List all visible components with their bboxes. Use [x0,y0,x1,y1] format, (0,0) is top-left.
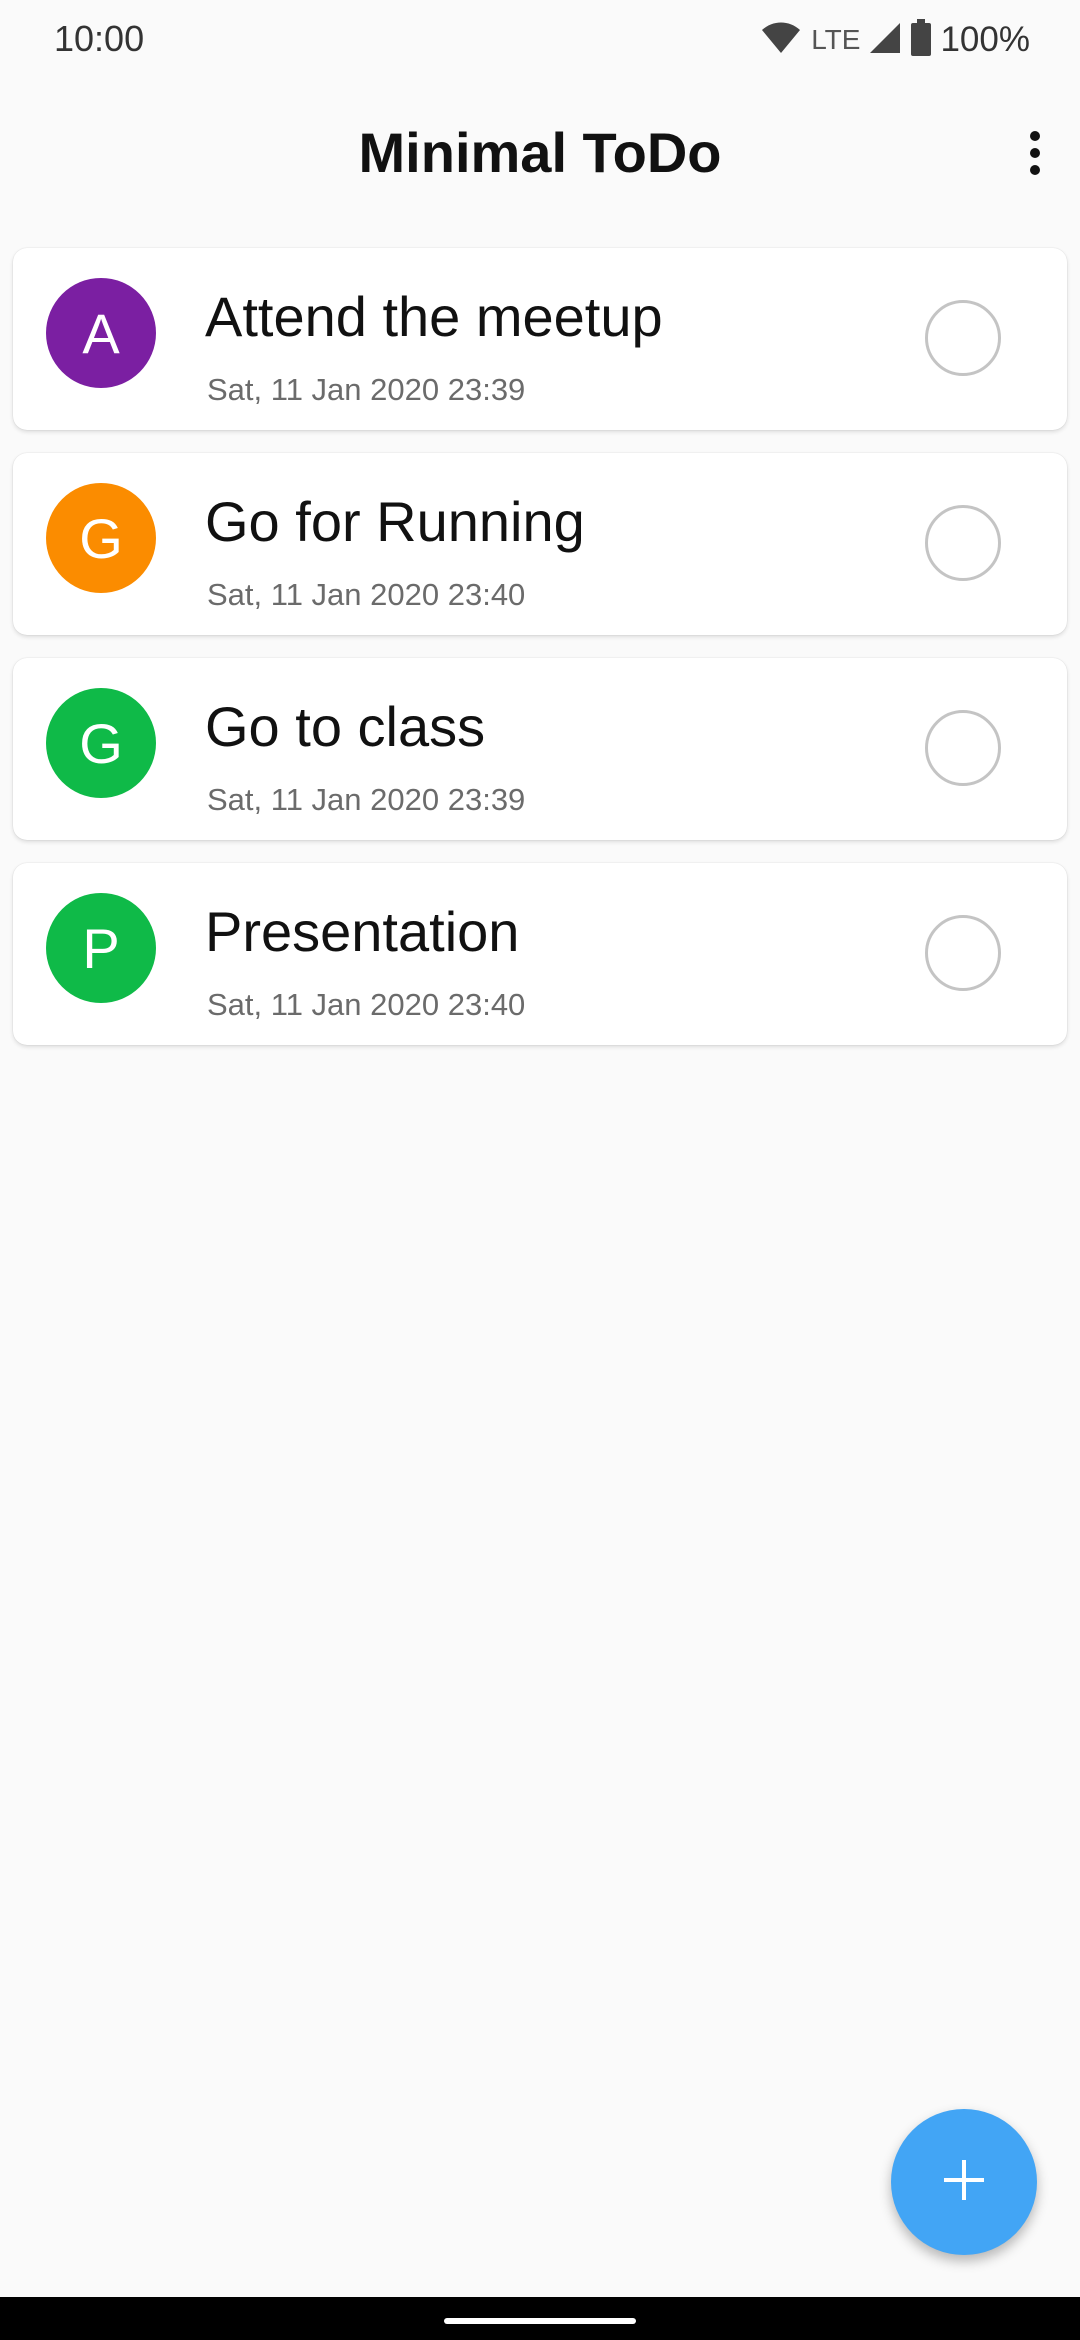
app-title: Minimal ToDo [358,121,722,184]
todo-title: Presentation [205,900,520,963]
todo-title: Go for Running [205,490,585,553]
todo-title: Attend the meetup [205,285,663,348]
app-bar: Minimal ToDo [0,90,1080,220]
cell-signal-icon [868,21,902,60]
todo-date: Sat, 11 Jan 2020 23:40 [207,577,526,612]
todo-item[interactable]: P Presentation Sat, 11 Jan 2020 23:40 [13,863,1067,1045]
add-todo-button[interactable] [891,2109,1037,2255]
todo-list: A Attend the meetup Sat, 11 Jan 2020 23:… [13,248,1067,1068]
navigation-bar [0,2297,1080,2340]
wifi-icon [761,21,801,60]
battery-icon [910,18,932,62]
status-time: 10:00 [54,18,145,59]
complete-checkbox[interactable] [925,915,1001,991]
todo-item[interactable]: G Go to class Sat, 11 Jan 2020 23:39 [13,658,1067,840]
complete-checkbox[interactable] [925,505,1001,581]
status-icons: LTE 100% [761,18,1030,62]
battery-level: 100% [940,20,1030,59]
avatar: G [46,483,156,593]
todo-item[interactable]: G Go for Running Sat, 11 Jan 2020 23:40 [13,453,1067,635]
todo-date: Sat, 11 Jan 2020 23:40 [207,987,526,1022]
complete-checkbox[interactable] [925,300,1001,376]
add-icon [942,2158,986,2207]
todo-item[interactable]: A Attend the meetup Sat, 11 Jan 2020 23:… [13,248,1067,430]
avatar: G [46,688,156,798]
todo-title: Go to class [205,695,486,758]
todo-date: Sat, 11 Jan 2020 23:39 [207,782,526,817]
complete-checkbox[interactable] [925,710,1001,786]
home-gesture-handle[interactable] [444,2318,636,2324]
status-bar: 10:00 LTE 100% [0,0,1080,80]
avatar: A [46,278,156,388]
todo-date: Sat, 11 Jan 2020 23:39 [207,372,526,407]
network-type: LTE [811,24,861,55]
avatar: P [46,893,156,1003]
more-vert-icon[interactable] [1010,118,1060,188]
